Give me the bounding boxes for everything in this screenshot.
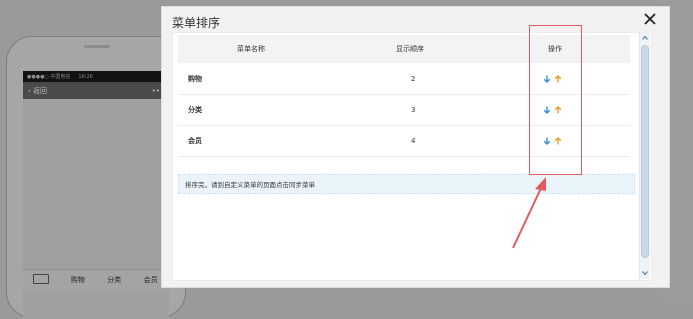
annotation-arrow <box>512 177 546 249</box>
